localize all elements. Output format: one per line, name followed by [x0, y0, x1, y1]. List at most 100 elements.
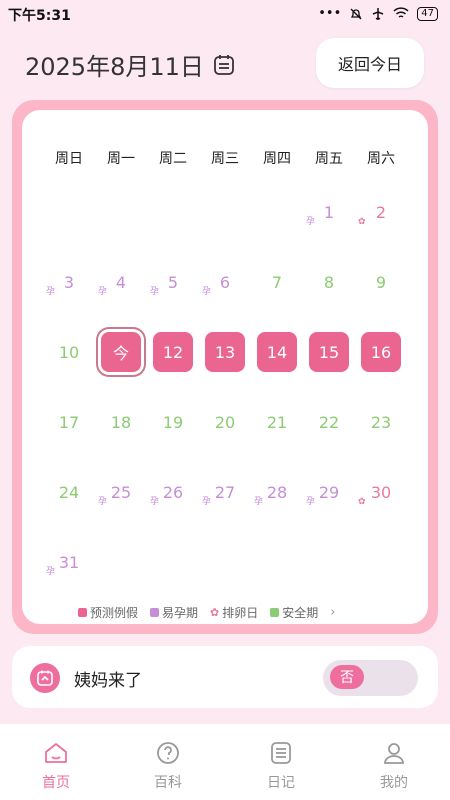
period-label: 姨妈来了 [74, 671, 142, 691]
fertile-mark: 孕 [98, 497, 108, 507]
day-number: 20 [214, 412, 236, 432]
day-number: 13 [205, 332, 245, 372]
day-cell[interactable]: 8 [303, 258, 355, 306]
day-number: 22 [318, 412, 340, 432]
day-cell[interactable]: 31 孕 [43, 538, 95, 586]
period-record-icon [30, 663, 60, 693]
day-number: 23 [370, 412, 392, 432]
day-cell[interactable]: 30 ✿ [355, 468, 407, 516]
calendar-frame: 周日 周一 周二 周三 周四 周五 周六 1孕 2 ✿ 3孕 4孕 5孕 6孕 7… [12, 100, 438, 634]
nav-wiki[interactable]: 百科 [128, 740, 208, 792]
period-status-row: 姨妈来了 否 [12, 646, 438, 708]
nav-label: 百科 [154, 775, 182, 791]
ovulation-flower-icon: ✿ [358, 497, 366, 507]
day-number: 8 [323, 272, 335, 292]
day-number: 5 [167, 272, 179, 292]
day-number: 1 [323, 202, 335, 222]
day-number: 26 [162, 482, 184, 502]
weekday-sun: 周日 [55, 151, 83, 167]
day-cell[interactable]: 28 孕 [251, 468, 303, 516]
day-cell[interactable]: 19 [147, 398, 199, 446]
day-cell[interactable]: 26 孕 [147, 468, 199, 516]
day-cell[interactable]: 18 [95, 398, 147, 446]
legend-label: 排卵日 [222, 606, 259, 620]
more-dots-icon: ••• [318, 6, 342, 21]
calendar-legend[interactable]: 预测例假 易孕期 ✿ 排卵日 安全期 › [78, 604, 335, 621]
back-to-today-button[interactable]: 返回今日 [316, 38, 424, 88]
day-cell[interactable]: 25 孕 [95, 468, 147, 516]
header-date[interactable]: 2025年8月11日 [25, 47, 236, 82]
nav-home[interactable]: 首页 [16, 740, 96, 792]
day-cell[interactable]: 23 [355, 398, 407, 446]
day-cell[interactable]: 2 ✿ [355, 188, 407, 236]
fertile-mark: 孕 [150, 287, 160, 297]
day-number: 28 [266, 482, 288, 502]
day-number: 19 [162, 412, 184, 432]
day-cell[interactable]: 27 孕 [199, 468, 251, 516]
weekday-fri: 周五 [315, 151, 343, 167]
day-cell[interactable]: 17 [43, 398, 95, 446]
day-cell[interactable]: 3孕 [43, 258, 95, 306]
home-icon [45, 743, 67, 763]
chevron-right-icon[interactable]: › [330, 605, 335, 620]
airplane-icon [372, 7, 384, 20]
status-time: 下午5:31 [8, 8, 71, 24]
day-number: 15 [309, 332, 349, 372]
day-cell[interactable]: 20 [199, 398, 251, 446]
day-cell[interactable]: 10 [43, 328, 95, 376]
fertile-mark: 孕 [306, 217, 316, 227]
day-cell[interactable]: 14 [251, 328, 303, 376]
day-cell[interactable]: 5孕 [147, 258, 199, 306]
day-cell[interactable]: 16 [355, 328, 407, 376]
safe-dot-icon [270, 608, 280, 617]
legend-safe: 安全期 [270, 604, 318, 621]
day-number: 27 [214, 482, 236, 502]
day-number: 6 [219, 272, 231, 292]
status-bar: 下午5:31 ••• 47 [0, 0, 450, 28]
day-number: 31 [58, 552, 80, 572]
wifi-icon [393, 7, 409, 18]
day-cell[interactable]: 12 [147, 328, 199, 376]
bottom-nav: 首页 百科 日记 我的 [0, 724, 450, 800]
ovulation-flower-icon: ✿ [210, 606, 220, 619]
day-number: 7 [271, 272, 283, 292]
day-cell[interactable]: 1孕 [303, 188, 355, 236]
current-date: 2025年8月11日 [25, 53, 204, 81]
day-number: 4 [115, 272, 127, 292]
nav-mine[interactable]: 我的 [354, 740, 434, 792]
weekday-mon: 周一 [107, 151, 135, 167]
legend-label: 预测例假 [90, 606, 139, 620]
fertile-dot-icon [150, 608, 160, 617]
day-number: 21 [266, 412, 288, 432]
day-cell[interactable]: 9 [355, 258, 407, 306]
day-number: 2 [375, 202, 387, 222]
day-number: 今 [101, 332, 141, 372]
day-cell[interactable]: 29 孕 [303, 468, 355, 516]
calendar-icon[interactable] [212, 53, 236, 77]
fertile-mark: 孕 [46, 567, 56, 577]
day-cell[interactable]: 21 [251, 398, 303, 446]
day-cell-today[interactable]: 今 [95, 328, 147, 376]
weekday-tue: 周二 [159, 151, 187, 167]
day-number: 29 [318, 482, 340, 502]
ovulation-flower-icon: ✿ [358, 217, 366, 227]
day-cell[interactable]: 13 [199, 328, 251, 376]
period-toggle[interactable]: 否 [323, 660, 418, 696]
day-cell[interactable]: 24 [43, 468, 95, 516]
fertile-mark: 孕 [202, 497, 212, 507]
period-dot-icon [78, 608, 87, 617]
nav-diary[interactable]: 日记 [241, 740, 321, 792]
day-number: 9 [375, 272, 387, 292]
fertile-mark: 孕 [202, 287, 212, 297]
day-cell[interactable]: 6孕 [199, 258, 251, 306]
day-cell[interactable]: 22 [303, 398, 355, 446]
status-icons: ••• 47 [318, 6, 438, 21]
legend-fertile: 易孕期 [150, 604, 198, 621]
user-icon [384, 743, 404, 764]
day-number: 24 [58, 482, 80, 502]
day-cell[interactable]: 4孕 [95, 258, 147, 306]
day-number: 18 [110, 412, 132, 432]
day-cell[interactable]: 7 [251, 258, 303, 306]
nav-label: 日记 [267, 775, 295, 791]
day-cell[interactable]: 15 [303, 328, 355, 376]
